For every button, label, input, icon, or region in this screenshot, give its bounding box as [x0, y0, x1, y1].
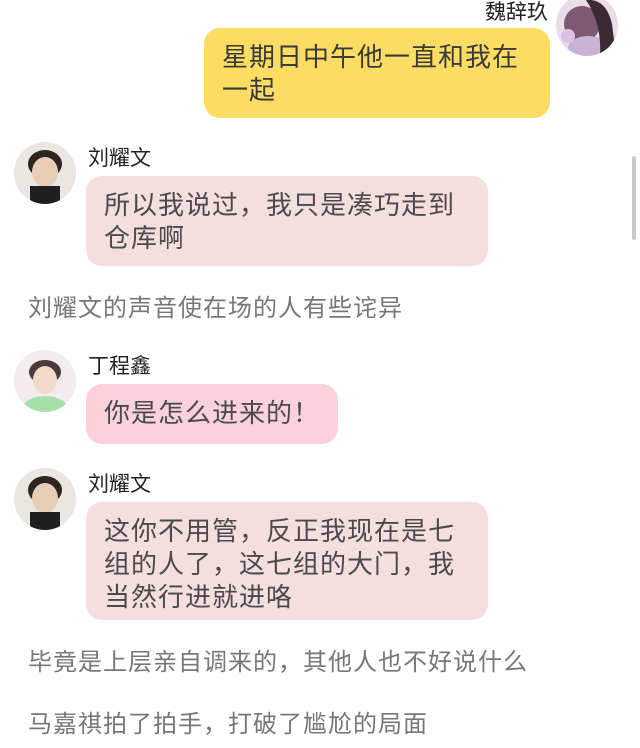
avatar-icon[interactable]: [14, 468, 76, 530]
sender-name: 刘耀文: [88, 472, 151, 496]
sender-name: 魏辞玖: [485, 0, 548, 24]
message-bubble[interactable]: 所以我说过，我只是凑巧走到仓库啊: [86, 176, 488, 266]
sender-name: 刘耀文: [88, 146, 151, 170]
avatar-icon[interactable]: [14, 142, 76, 204]
avatar-icon[interactable]: [556, 0, 618, 56]
narration-text: 毕竟是上层亲自调来的，其他人也不好说什么: [28, 648, 528, 676]
message-bubble[interactable]: 星期日中午他一直和我在一起: [204, 28, 550, 118]
message-bubble[interactable]: 你是怎么进来的！: [86, 384, 338, 444]
narration-text: 刘耀文的声音使在场的人有些诧异: [28, 294, 403, 322]
avatar-icon[interactable]: [14, 350, 76, 412]
sender-name: 丁程鑫: [88, 354, 151, 378]
narration-text: 马嘉祺拍了拍手，打破了尴尬的局面: [28, 710, 428, 738]
message-bubble[interactable]: 这你不用管，反正我现在是七组的人了，这七组的大门，我当然行进就进咯: [86, 502, 488, 620]
chat-scrollbar[interactable]: [632, 156, 636, 240]
